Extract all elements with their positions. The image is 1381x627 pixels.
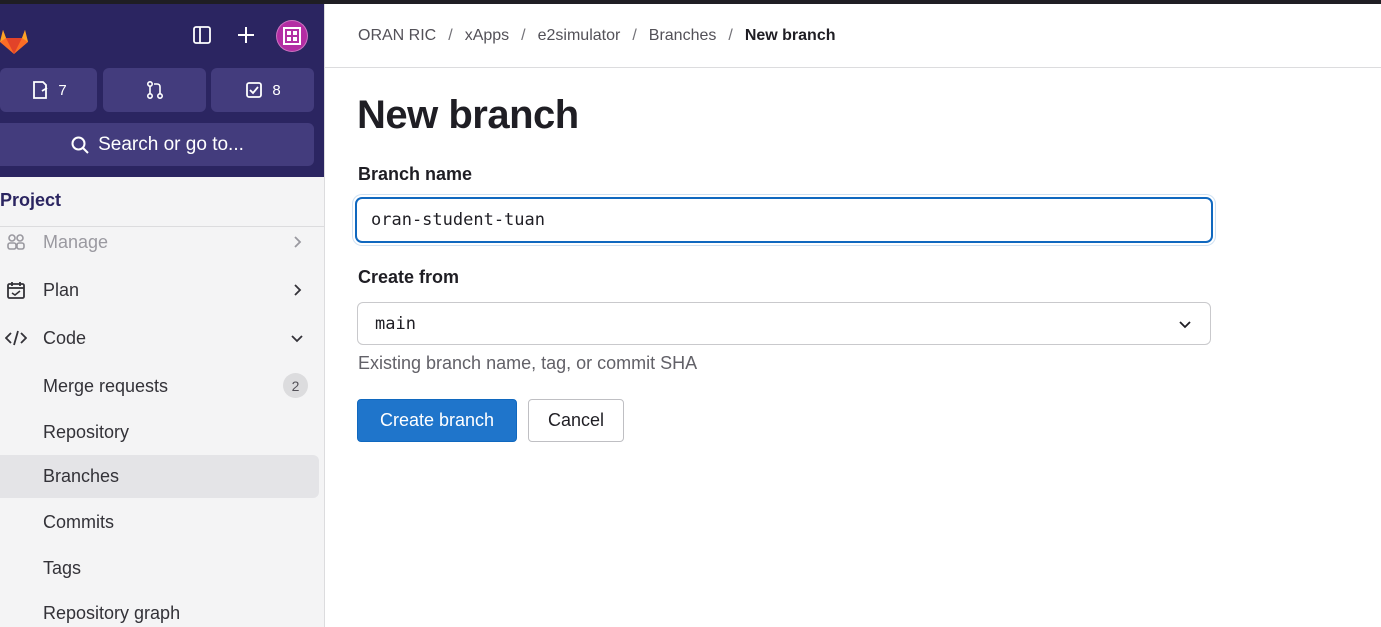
breadcrumb-item[interactable]: ORAN RIC (358, 27, 436, 45)
breadcrumb-item[interactable]: xApps (465, 27, 509, 45)
page-title: New branch (357, 93, 579, 137)
sidebar-item-code[interactable]: Code (0, 318, 319, 358)
branch-name-label: Branch name (358, 164, 473, 184)
sidebar-item-label: Code (43, 327, 87, 348)
breadcrumb-current: New branch (744, 26, 836, 44)
breadcrumb-separator: / (632, 26, 637, 44)
breadcrumb: ORAN RIC / xApps / e2simulator / Branche… (325, 4, 1381, 68)
create-branch-button[interactable]: Create branch (357, 399, 517, 442)
create-from-dropdown[interactable]: main (357, 302, 1211, 345)
search-icon (71, 136, 89, 154)
breadcrumb-separator: / (728, 26, 733, 44)
sidebar-item-label: Repository graph (43, 602, 181, 623)
sidebar-item-label: Commits (43, 511, 114, 532)
merge-requests-counter-button[interactable] (103, 68, 206, 112)
avatar[interactable] (276, 20, 308, 52)
plus-icon[interactable] (233, 22, 259, 48)
sidebar-item-repository[interactable]: Repository (0, 412, 319, 452)
merge-request-icon (146, 80, 163, 100)
chevron-right-icon (294, 284, 302, 296)
todos-counter-button[interactable]: 8 (211, 68, 314, 112)
sidebar-item-label: Tags (43, 557, 82, 578)
create-from-help-text: Existing branch name, tag, or commit SHA (358, 353, 698, 373)
sidebar-header: 7 8 Search or go to... (0, 4, 324, 177)
cancel-button[interactable]: Cancel (528, 399, 624, 442)
sidebar-item-tags[interactable]: Tags (0, 548, 319, 588)
breadcrumb-separator: / (521, 26, 526, 44)
issues-count: 7 (58, 81, 67, 99)
sidebar-item-merge-requests[interactable]: Merge requests 2 (0, 366, 319, 406)
merge-requests-count-badge: 2 (283, 373, 308, 398)
todo-icon (246, 82, 263, 98)
toggle-sidebar-icon[interactable] (189, 22, 215, 48)
create-from-label: Create from (358, 267, 460, 287)
sidebar-item-branches[interactable]: Branches (0, 455, 319, 498)
sidebar-item-label: Repository (43, 421, 130, 442)
calendar-icon (4, 279, 28, 301)
search-label: Search or go to... (98, 133, 244, 155)
sidebar-item-repository-graph[interactable]: Repository graph (0, 593, 319, 627)
chevron-down-icon (291, 335, 303, 343)
chevron-right-icon (294, 236, 302, 248)
breadcrumb-separator: / (448, 26, 453, 44)
sidebar-item-plan[interactable]: Plan (0, 270, 319, 310)
issues-icon (33, 81, 48, 99)
todos-count: 8 (272, 81, 281, 99)
sidebar-item-label: Manage (43, 231, 109, 252)
sidebar-item-commits[interactable]: Commits (0, 502, 319, 542)
chevron-down-icon (1179, 321, 1191, 329)
search-button[interactable]: Search or go to... (0, 123, 314, 166)
breadcrumb-item[interactable]: e2simulator (538, 27, 621, 45)
sidebar-item-manage[interactable]: Manage (0, 222, 319, 262)
gitlab-logo-icon[interactable] (0, 18, 34, 58)
sidebar-item-label: Merge requests (43, 375, 169, 396)
create-from-selected-value: main (375, 313, 416, 334)
sidebar: 7 8 Search or go to... Project Manage Pl… (0, 4, 325, 627)
users-icon (4, 231, 28, 253)
sidebar-item-label: Plan (43, 279, 80, 300)
project-section-label: Project (0, 190, 62, 210)
branch-name-input[interactable] (356, 198, 1212, 242)
issues-counter-button[interactable]: 7 (0, 68, 97, 112)
code-icon (4, 327, 28, 349)
sidebar-item-label: Branches (43, 466, 120, 486)
breadcrumb-item[interactable]: Branches (649, 27, 717, 45)
